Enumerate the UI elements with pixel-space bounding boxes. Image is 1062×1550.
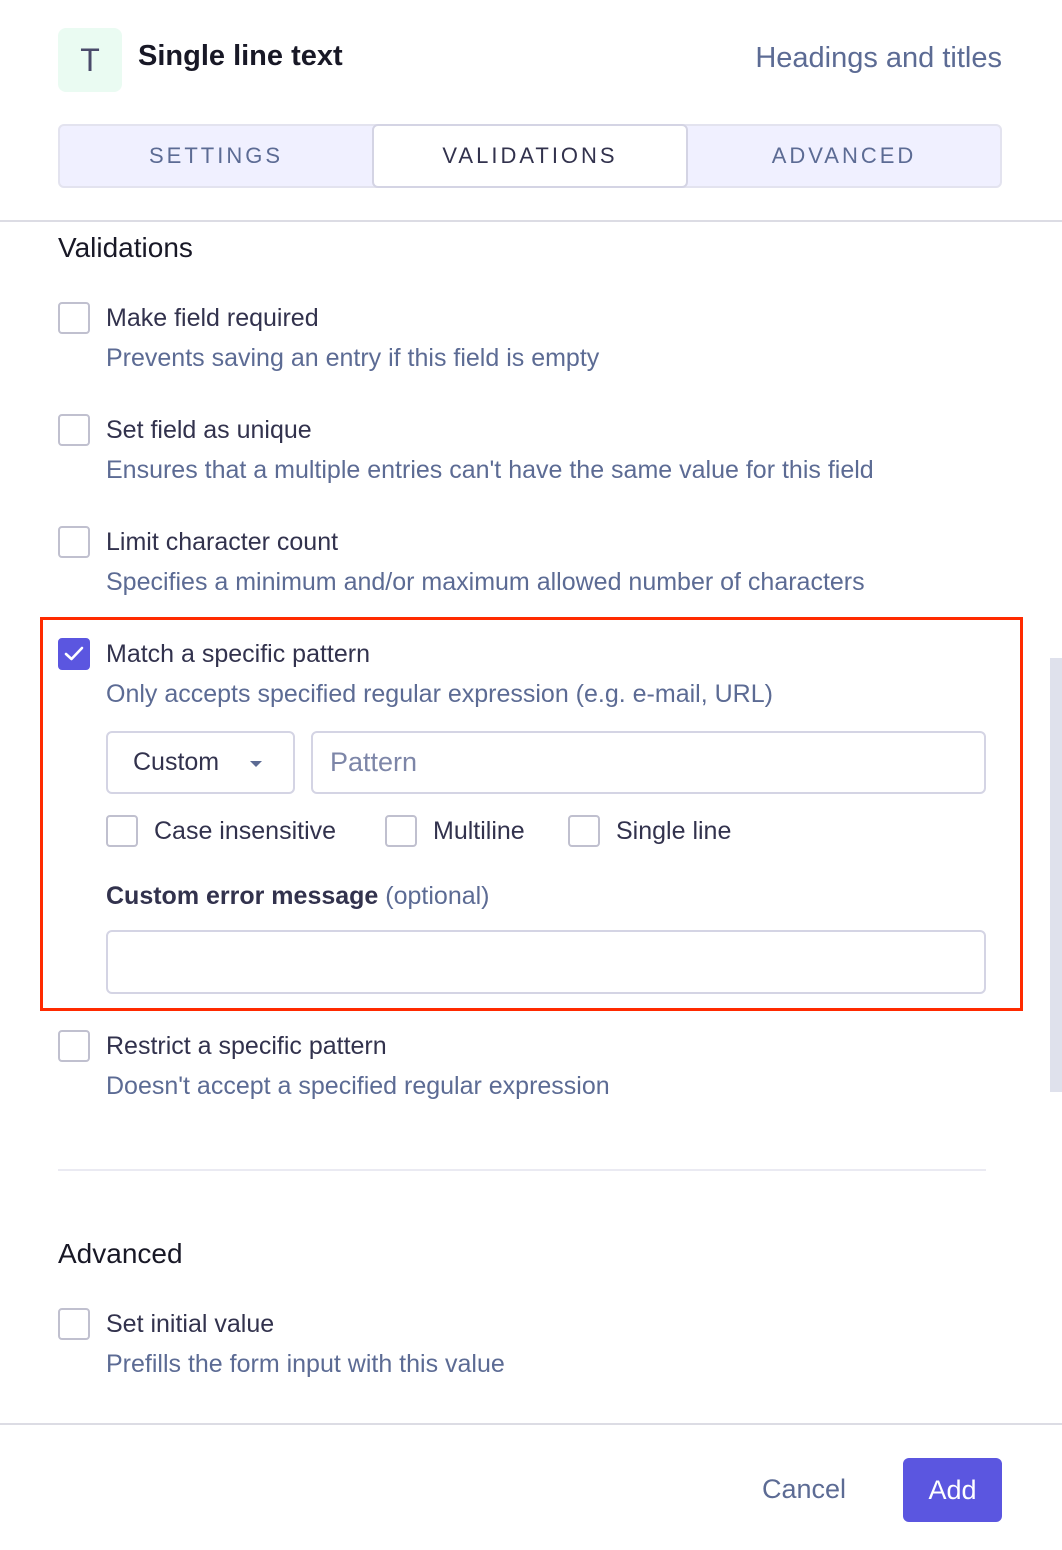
- cancel-button[interactable]: Cancel: [762, 1474, 846, 1505]
- optional-hint: (optional): [385, 882, 490, 910]
- option-label: Restrict a specific pattern: [106, 1032, 387, 1060]
- pattern-input[interactable]: [311, 731, 986, 794]
- scrollbar-thumb[interactable]: [1050, 658, 1062, 1092]
- option-label: Make field required: [106, 304, 319, 332]
- select-value: Custom: [133, 748, 220, 776]
- tab-bar: SETTINGS VALIDATIONS ADVANCED: [58, 124, 1002, 188]
- unique-checkbox[interactable]: [58, 414, 90, 446]
- tab-advanced[interactable]: ADVANCED: [688, 126, 1000, 186]
- text-field-type-icon: T: [58, 28, 122, 92]
- option-description: Ensures that a multiple entries can't ha…: [106, 456, 874, 484]
- single-line-checkbox[interactable]: [568, 815, 600, 847]
- restrict-pattern-checkbox[interactable]: [58, 1030, 90, 1062]
- custom-error-label: Custom error message (optional): [106, 882, 490, 911]
- option-description: Only accepts specified regular expressio…: [106, 680, 773, 708]
- checkmark-icon: [64, 646, 84, 661]
- field-type-title: Single line text: [138, 40, 343, 72]
- tab-validations[interactable]: VALIDATIONS: [372, 124, 688, 188]
- option-description: Doesn't accept a specified regular expre…: [106, 1072, 610, 1100]
- add-button[interactable]: Add: [903, 1458, 1002, 1522]
- field-type-category: Headings and titles: [755, 42, 1002, 74]
- option-label: Limit character count: [106, 528, 339, 556]
- advanced-section-title: Advanced: [58, 1238, 183, 1269]
- dialog-header: T Single line text Headings and titles S…: [0, 0, 1062, 222]
- option-label: Set initial value: [106, 1310, 275, 1338]
- match-pattern-checkbox[interactable]: [58, 638, 90, 670]
- option-description: Specifies a minimum and/or maximum allow…: [106, 568, 865, 596]
- section-divider: [58, 1169, 986, 1171]
- pattern-preset-select[interactable]: Custom: [106, 731, 295, 794]
- flag-label: Single line: [616, 817, 732, 845]
- required-checkbox[interactable]: [58, 302, 90, 334]
- flag-label: Multiline: [433, 817, 525, 845]
- option-label: Match a specific pattern: [106, 640, 371, 668]
- flag-label: Case insensitive: [154, 817, 337, 845]
- caret-down-icon: [250, 761, 262, 767]
- option-label: Set field as unique: [106, 416, 312, 444]
- initial-value-checkbox[interactable]: [58, 1308, 90, 1340]
- validations-section-title: Validations: [58, 232, 193, 263]
- tab-settings[interactable]: SETTINGS: [60, 126, 372, 186]
- multiline-checkbox[interactable]: [385, 815, 417, 847]
- option-description: Prevents saving an entry if this field i…: [106, 344, 600, 372]
- limit-count-checkbox[interactable]: [58, 526, 90, 558]
- custom-error-label-text: Custom error message: [106, 882, 379, 910]
- case-insensitive-checkbox[interactable]: [106, 815, 138, 847]
- option-description: Prefills the form input with this value: [106, 1350, 505, 1378]
- custom-error-input[interactable]: [106, 930, 986, 994]
